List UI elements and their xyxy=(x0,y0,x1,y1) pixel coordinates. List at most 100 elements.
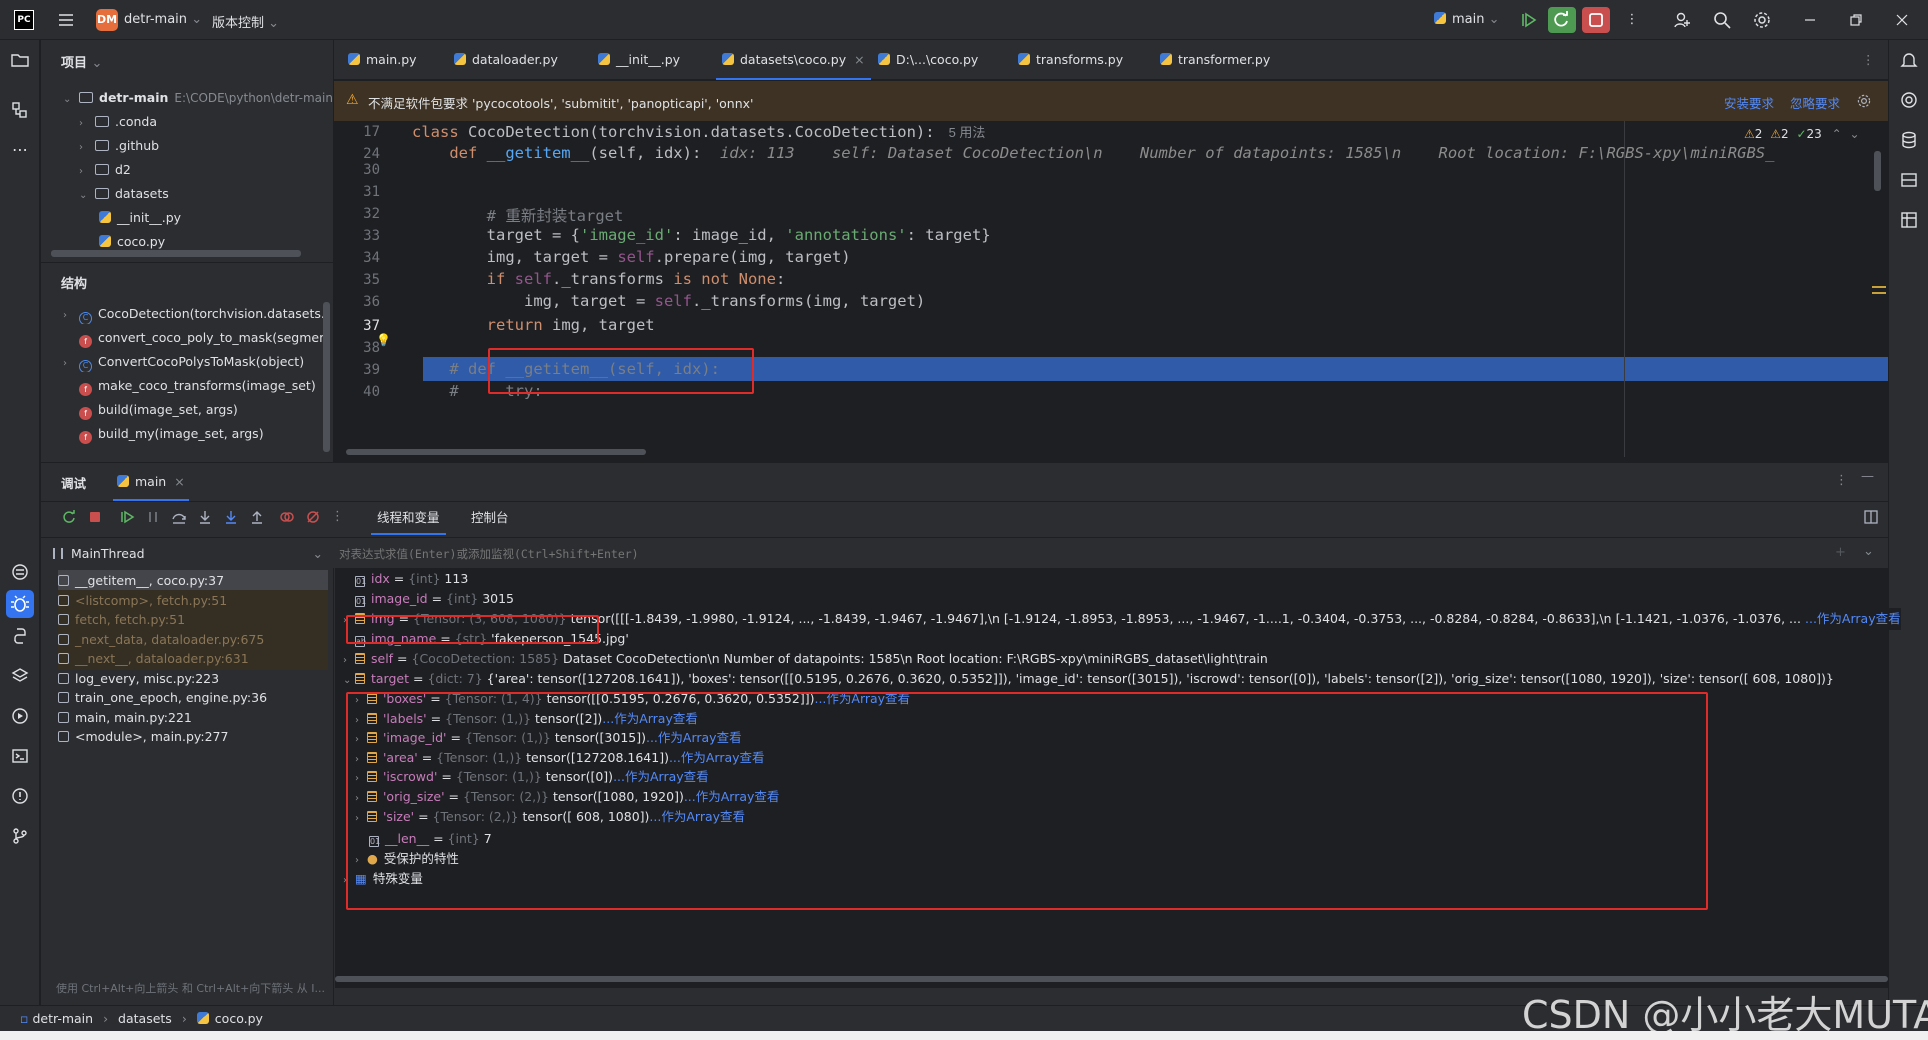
debug-tool-button[interactable] xyxy=(6,590,34,618)
code-line[interactable]: # 重新封装target xyxy=(412,204,624,226)
editor-horizontal-scrollbar[interactable] xyxy=(346,449,646,455)
step-into-icon[interactable] xyxy=(197,509,213,525)
chevron-down-icon[interactable]: ⌄ xyxy=(1850,127,1860,141)
variables-horizontal-scrollbar[interactable] xyxy=(335,976,1888,982)
resume-icon[interactable] xyxy=(1518,10,1538,30)
vertical-scrollbar[interactable] xyxy=(323,302,330,452)
tree-item-conda[interactable]: › .conda xyxy=(79,112,157,132)
line-number[interactable]: 36 xyxy=(334,294,380,310)
project-folder-icon[interactable] xyxy=(10,50,30,70)
tree-item-datasets[interactable]: ⌄ datasets xyxy=(79,184,169,204)
code-line[interactable]: class CocoDetection(torchvision.datasets… xyxy=(412,122,985,141)
var-image-id[interactable]: 01 image_id = {int} 3015 xyxy=(355,588,514,610)
var-self[interactable]: › self = {CocoDetection: 1585} Dataset Co… xyxy=(343,648,1268,670)
more-options-icon[interactable]: ⋮ xyxy=(1835,473,1848,488)
line-number[interactable]: 32 xyxy=(334,206,380,222)
inspection-widget[interactable]: ⚠2 ⚠2 ✓23 ⌃ ⌄ xyxy=(1744,127,1860,141)
var-target[interactable]: ⌄ target = {dict: 7} {'area': tensor([127… xyxy=(343,668,1883,690)
project-badge[interactable]: DM xyxy=(96,9,118,31)
code-line[interactable]: def __getitem__(self, idx): idx: 113 sel… xyxy=(412,144,1774,162)
structure-item[interactable]: › C ConvertCocoPolysToMask(object) xyxy=(63,352,329,372)
code-editor[interactable]: 17 class CocoDetection(torchvision.datase… xyxy=(334,121,1888,457)
rerun-icon[interactable] xyxy=(61,509,77,525)
code-line[interactable]: if self._transforms is not None: xyxy=(412,270,786,288)
resume-icon[interactable] xyxy=(119,509,135,525)
tab-transformer-py[interactable]: transformer.py xyxy=(1160,40,1270,80)
tab-dataloader-py[interactable]: dataloader.py xyxy=(454,40,558,80)
more-tools-icon[interactable]: ⋯ xyxy=(10,140,30,160)
notifications-bell-icon[interactable] xyxy=(1899,50,1919,70)
problems-icon[interactable] xyxy=(10,786,30,806)
stop-button[interactable] xyxy=(1582,7,1610,33)
project-panel-title[interactable]: 项目 ⌄ xyxy=(61,52,102,71)
ai-assistant-icon[interactable] xyxy=(1899,90,1919,110)
line-number[interactable]: 34 xyxy=(334,250,380,266)
python-packages-icon[interactable] xyxy=(10,562,30,582)
tab-main-py[interactable]: main.py xyxy=(348,40,417,80)
view-as-array-link[interactable]: ...作为Array查看 xyxy=(1801,608,1901,630)
structure-item[interactable]: f build(image_set, args) xyxy=(79,400,329,420)
line-number[interactable]: 35 xyxy=(334,272,380,288)
structure-item[interactable]: f make_coco_transforms(image_set) xyxy=(79,376,329,396)
line-number[interactable]: 31 xyxy=(334,184,380,200)
step-out-icon[interactable] xyxy=(249,509,265,525)
install-requirements-link[interactable]: 安装要求 xyxy=(1724,93,1774,112)
evaluate-expression-input[interactable] xyxy=(339,544,1819,564)
ignore-requirements-link[interactable]: 忽略要求 xyxy=(1790,93,1840,112)
add-user-icon[interactable] xyxy=(1672,10,1692,30)
code-line[interactable]: img, target = self._transforms(img, targ… xyxy=(412,292,925,310)
structure-item[interactable]: f build_my(image_set, args) xyxy=(79,424,329,444)
line-number[interactable]: 30 xyxy=(334,162,380,178)
add-watch-icon[interactable]: + xyxy=(1835,545,1846,560)
lightbulb-icon[interactable]: 💡 xyxy=(376,333,391,347)
tree-root[interactable]: ⌄ detr-main E:\CODE\python\detr-main xyxy=(63,88,333,108)
structure-item[interactable]: f convert_coco_poly_to_mask(segmentations… xyxy=(79,328,329,348)
breadcrumb-item[interactable]: detr-main xyxy=(32,1011,93,1026)
pause-icon[interactable] xyxy=(145,509,161,525)
rerun-debug-button[interactable] xyxy=(1548,7,1576,33)
minimize-panel-icon[interactable]: — xyxy=(1861,469,1874,484)
usages-hint[interactable]: 5 用法 xyxy=(949,125,986,140)
settings-gear-icon[interactable] xyxy=(1856,93,1872,109)
data-view-icon[interactable] xyxy=(1899,210,1919,230)
mute-breakpoints-icon[interactable] xyxy=(305,509,321,525)
tab-threads-variables[interactable]: 线程和变量 xyxy=(371,501,446,535)
stack-frame[interactable]: <module>, main.py:277 xyxy=(58,726,328,748)
settings-gear-icon[interactable] xyxy=(1752,10,1772,30)
layout-icon[interactable] xyxy=(1863,509,1879,525)
tab-init-py[interactable]: __init__.py xyxy=(598,40,680,80)
line-number[interactable]: 33 xyxy=(334,228,380,244)
tree-item-coco-py[interactable]: coco.py xyxy=(99,232,165,252)
more-actions-icon[interactable]: ⋮ xyxy=(331,509,344,524)
close-icon[interactable] xyxy=(1892,10,1912,30)
line-number[interactable]: 40 xyxy=(334,384,380,400)
sciview-icon[interactable] xyxy=(1899,170,1919,190)
main-menu-icon[interactable] xyxy=(56,10,76,30)
run-icon[interactable] xyxy=(10,706,30,726)
tab-console[interactable]: 控制台 xyxy=(465,501,515,535)
line-number[interactable]: 37 xyxy=(334,318,380,334)
restore-icon[interactable] xyxy=(1846,10,1866,30)
step-into-my-code-icon[interactable] xyxy=(223,509,239,525)
run-config-selector[interactable]: main ⌄ xyxy=(1434,12,1500,27)
var-idx[interactable]: 01 idx = {int} 113 xyxy=(355,568,468,590)
breadcrumb-item[interactable]: coco.py xyxy=(215,1011,263,1026)
code-line[interactable]: img, target = self.prepare(img, target) xyxy=(412,248,851,266)
editor-vertical-scrollbar[interactable] xyxy=(1874,151,1881,191)
breadcrumb-item[interactable]: datasets xyxy=(118,1011,172,1026)
tab-options-icon[interactable]: ⋮ xyxy=(1862,40,1875,80)
view-breakpoints-icon[interactable] xyxy=(279,509,295,525)
database-icon[interactable] xyxy=(1899,130,1919,150)
tree-item-github[interactable]: › .github xyxy=(79,136,159,156)
chevron-down-icon[interactable]: ⌄ xyxy=(1863,544,1874,559)
code-line[interactable]: return img, target xyxy=(412,316,655,334)
vcs-menu[interactable]: 版本控制 ⌄ xyxy=(212,12,279,31)
line-number[interactable]: 24 xyxy=(334,146,380,162)
minimize-icon[interactable] xyxy=(1800,10,1820,30)
thread-selector[interactable]: MainThread ⌄ xyxy=(49,541,333,567)
close-tab-icon[interactable]: × xyxy=(174,474,184,489)
project-selector[interactable]: detr-main ⌄ xyxy=(124,12,202,27)
tab-external-coco-py[interactable]: D:\...\coco.py xyxy=(878,40,978,80)
tree-item-init-py[interactable]: __init__.py xyxy=(99,208,181,228)
git-branch-icon[interactable] xyxy=(10,826,30,846)
